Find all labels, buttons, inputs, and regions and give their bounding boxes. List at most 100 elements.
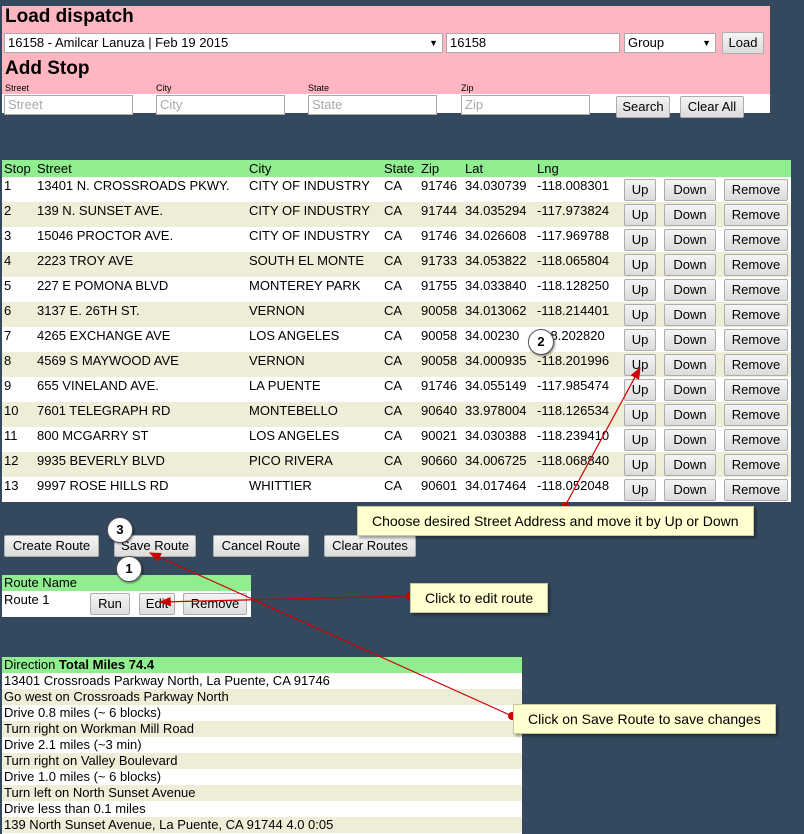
- down-button[interactable]: Down: [664, 329, 716, 351]
- stop-street: 9935 BEVERLY BLVD: [37, 453, 165, 468]
- down-button[interactable]: Down: [664, 204, 716, 226]
- remove-stop-button[interactable]: Remove: [724, 429, 788, 451]
- remove-stop-button[interactable]: Remove: [724, 404, 788, 426]
- stop-zip: 91746: [421, 228, 458, 243]
- create-route-button[interactable]: Create Route: [4, 535, 99, 557]
- down-button[interactable]: Down: [664, 379, 716, 401]
- remove-stop-button[interactable]: Remove: [724, 304, 788, 326]
- stop-zip: 91746: [421, 378, 458, 393]
- remove-stop-button[interactable]: Remove: [724, 229, 788, 251]
- stop-number: 11: [4, 428, 18, 443]
- stop-number: 13: [4, 478, 19, 493]
- stop-zip: 90660: [421, 453, 458, 468]
- stop-number: 7: [4, 328, 12, 343]
- remove-route-button[interactable]: Remove: [183, 593, 247, 615]
- stop-zip: 91744: [421, 203, 458, 218]
- stop-city: VERNON: [249, 353, 305, 368]
- down-button[interactable]: Down: [664, 179, 716, 201]
- table-row[interactable]: 10 7601 TELEGRAPH RD MONTEBELLO CA 90640 33.9…: [2, 402, 791, 427]
- table-row[interactable]: 11 800 MCGARRY ST LOS ANGELES CA 90021 34.030…: [2, 427, 791, 452]
- search-button[interactable]: Search: [616, 96, 670, 118]
- remove-stop-button[interactable]: Remove: [724, 479, 788, 501]
- stop-state: CA: [384, 478, 403, 493]
- up-button[interactable]: Up: [624, 479, 656, 501]
- cancel-route-button[interactable]: Cancel Route: [213, 535, 309, 557]
- table-row[interactable]: 2 139 N. SUNSET AVE. CITY OF INDUSTRY CA 917…: [2, 202, 791, 227]
- table-row[interactable]: 6 3137 E. 26TH ST. VERNON CA 90058 34.013062-…: [2, 302, 791, 327]
- direction-step: Go west on Crossroads Parkway North: [2, 689, 522, 705]
- stop-zip: 90640: [421, 403, 458, 418]
- table-row[interactable]: 8 4569 S MAYWOOD AVE VERNON CA 90058 34.00093…: [2, 352, 791, 377]
- load-button[interactable]: Load: [722, 32, 764, 54]
- remove-stop-button[interactable]: Remove: [724, 354, 788, 376]
- stop-zip: 91755: [421, 278, 458, 293]
- table-row[interactable]: 3 15046 PROCTOR AVE. CITY OF INDUSTRY CA 917…: [2, 227, 791, 252]
- city-input[interactable]: City: [156, 95, 285, 115]
- stop-street: 15046 PROCTOR AVE.: [37, 228, 174, 243]
- table-row[interactable]: 5 227 E POMONA BLVD MONTEREY PARK CA 91755 34…: [2, 277, 791, 302]
- up-button[interactable]: Up: [624, 379, 656, 401]
- edit-route-button[interactable]: Edit: [139, 593, 175, 615]
- clear-routes-button[interactable]: Clear Routes: [324, 535, 416, 557]
- remove-stop-button[interactable]: Remove: [724, 254, 788, 276]
- table-row[interactable]: 1 13401 N. CROSSROADS PKWY. CITY OF INDUST…: [2, 177, 791, 202]
- up-button[interactable]: Up: [624, 404, 656, 426]
- stop-state: CA: [384, 228, 403, 243]
- stop-lng: -118.239410: [537, 428, 610, 443]
- table-row[interactable]: 9 655 VINELAND AVE. LA PUENTE CA 91746 34.055…: [2, 377, 791, 402]
- stop-lat: 33.978004: [465, 403, 527, 418]
- down-button[interactable]: Down: [664, 254, 716, 276]
- street-input[interactable]: Street: [4, 95, 133, 115]
- table-row[interactable]: 4 2223 TROY AVE SOUTH EL MONTE CA 91733 34.05…: [2, 252, 791, 277]
- down-button[interactable]: Down: [664, 454, 716, 476]
- zip-label: Zip: [461, 83, 474, 93]
- stop-street: 9997 ROSE HILLS RD: [37, 478, 169, 493]
- down-button[interactable]: Down: [664, 354, 716, 376]
- stop-city: CITY OF INDUSTRY: [249, 178, 370, 193]
- dispatch-select[interactable]: 16158 - Amilcar Lanuza | Feb 19 2015 ▼: [4, 33, 443, 53]
- street-label: Street: [5, 83, 30, 93]
- up-button[interactable]: Up: [624, 304, 656, 326]
- table-row[interactable]: 12 9935 BEVERLY BLVD PICO RIVERA CA 90660 34.…: [2, 452, 791, 477]
- remove-stop-button[interactable]: Remove: [724, 179, 788, 201]
- remove-stop-button[interactable]: Remove: [724, 454, 788, 476]
- stop-lat: 34.026608: [465, 228, 527, 243]
- remove-stop-button[interactable]: Remove: [724, 329, 788, 351]
- stop-zip: 91746: [421, 178, 458, 193]
- up-button[interactable]: Up: [624, 329, 656, 351]
- up-button[interactable]: Up: [624, 429, 656, 451]
- stop-city: MONTEREY PARK: [249, 278, 361, 293]
- remove-stop-button[interactable]: Remove: [724, 279, 788, 301]
- down-button[interactable]: Down: [664, 404, 716, 426]
- up-button[interactable]: Up: [624, 229, 656, 251]
- down-button[interactable]: Down: [664, 479, 716, 501]
- stop-state: CA: [384, 253, 403, 268]
- zip-input[interactable]: Zip: [461, 95, 590, 115]
- up-button[interactable]: Up: [624, 279, 656, 301]
- up-button[interactable]: Up: [624, 179, 656, 201]
- stop-street: 4265 EXCHANGE AVE: [37, 328, 171, 343]
- remove-stop-button[interactable]: Remove: [724, 379, 788, 401]
- remove-stop-button[interactable]: Remove: [724, 204, 788, 226]
- callout-save-route: Click on Save Route to save changes: [513, 704, 776, 734]
- up-button[interactable]: Up: [624, 204, 656, 226]
- down-button[interactable]: Down: [664, 279, 716, 301]
- dispatch-id-input[interactable]: 16158: [446, 33, 620, 53]
- step-badge-2: 2: [528, 329, 554, 355]
- table-row[interactable]: 7 4265 EXCHANGE AVE LOS ANGELES CA 90058 34.0…: [2, 327, 791, 352]
- group-select[interactable]: Group ▼: [624, 33, 716, 53]
- state-input[interactable]: State: [308, 95, 437, 115]
- up-button[interactable]: Up: [624, 254, 656, 276]
- down-button[interactable]: Down: [664, 304, 716, 326]
- header-lat: Lat: [465, 161, 484, 176]
- up-button[interactable]: Up: [624, 354, 656, 376]
- stop-lng: -118.008301: [537, 178, 610, 193]
- stop-city: LOS ANGELES: [249, 428, 340, 443]
- table-row[interactable]: 13 9997 ROSE HILLS RD WHITTIER CA 90601 34.01…: [2, 477, 791, 502]
- down-button[interactable]: Down: [664, 229, 716, 251]
- up-button[interactable]: Up: [624, 454, 656, 476]
- clear-all-button[interactable]: Clear All: [680, 96, 744, 118]
- stop-lng: -118.068840: [537, 453, 610, 468]
- run-route-button[interactable]: Run: [90, 593, 130, 615]
- down-button[interactable]: Down: [664, 429, 716, 451]
